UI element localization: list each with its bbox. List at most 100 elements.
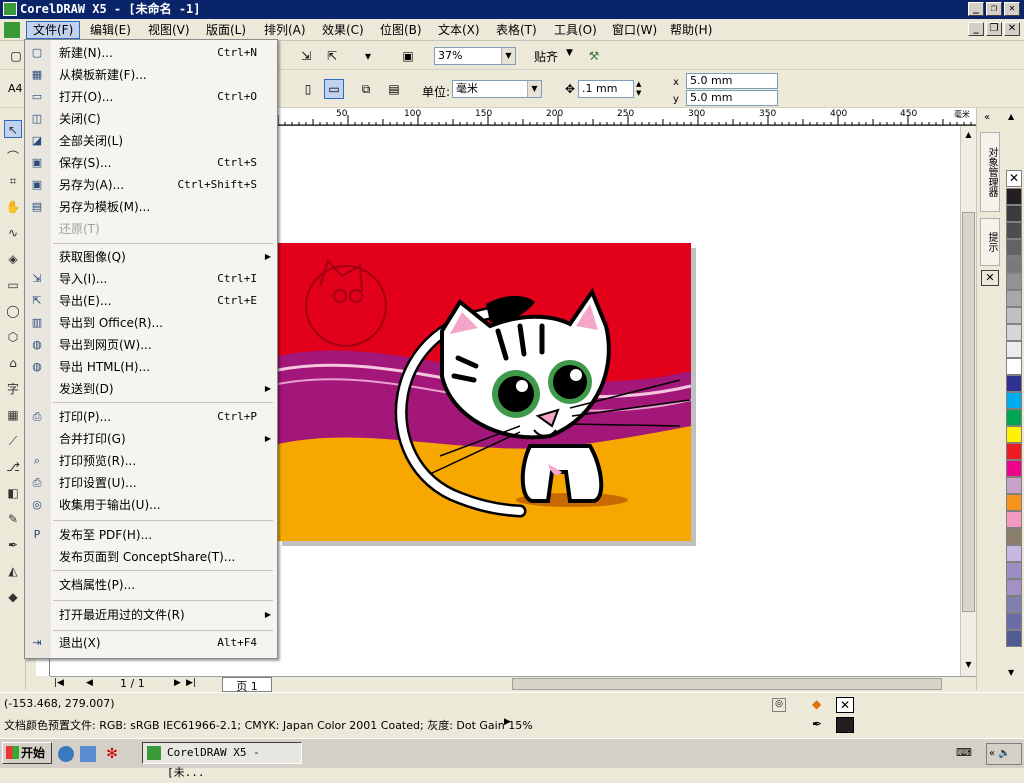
color-swatch[interactable] bbox=[1006, 443, 1022, 460]
doc-restore-button[interactable]: ❐ bbox=[986, 22, 1002, 36]
color-swatch[interactable] bbox=[1006, 494, 1022, 511]
blend-tool-icon[interactable]: ◧ bbox=[4, 484, 22, 502]
ellipse-tool-icon[interactable]: ◯ bbox=[4, 302, 22, 320]
palette-up-icon[interactable]: ▲ bbox=[1008, 112, 1014, 121]
last-page-icon[interactable]: ▶| bbox=[186, 678, 196, 688]
color-swatch[interactable] bbox=[1006, 392, 1022, 409]
file-menu-item[interactable]: ▣ 另存为(A)... Ctrl+Shift+S bbox=[25, 174, 277, 196]
menu-arrange[interactable]: 排列(A) bbox=[258, 21, 312, 39]
color-swatch[interactable] bbox=[1006, 290, 1022, 307]
doc-minimize-button[interactable]: _ bbox=[968, 22, 984, 36]
menu-view[interactable]: 视图(V) bbox=[142, 21, 196, 39]
minimize-button[interactable]: _ bbox=[968, 2, 984, 16]
file-menu-item[interactable]: ◍ 导出到网页(W)... bbox=[25, 334, 277, 356]
nudge-distance-field[interactable]: .1 mm bbox=[578, 80, 634, 98]
color-swatch[interactable] bbox=[1006, 613, 1022, 630]
snap-to-button[interactable]: 贴齐 bbox=[534, 48, 558, 65]
first-page-icon[interactable]: |◀ bbox=[54, 678, 64, 688]
color-swatch[interactable] bbox=[1006, 324, 1022, 341]
view-icon[interactable]: ◎ bbox=[772, 698, 786, 712]
color-swatch[interactable] bbox=[1006, 239, 1022, 256]
hints-tab[interactable]: 提示 bbox=[980, 218, 1000, 266]
dimension-tool-icon[interactable]: ⟋ bbox=[4, 432, 22, 450]
object-manager-tab[interactable]: 对象管理器 bbox=[980, 132, 1000, 212]
menu-table[interactable]: 表格(T) bbox=[490, 21, 543, 39]
quicklaunch-explorer-icon[interactable] bbox=[80, 746, 96, 762]
zoom-level-field[interactable]: 37% ▼ bbox=[434, 47, 516, 65]
keyboard-icon[interactable]: ⌨ bbox=[956, 746, 974, 762]
file-menu-item[interactable]: ▦ 从模板新建(F)... bbox=[25, 64, 277, 86]
outline-color-swatch[interactable] bbox=[836, 717, 854, 733]
color-swatch[interactable] bbox=[1006, 579, 1022, 596]
color-swatch[interactable] bbox=[1006, 562, 1022, 579]
menu-file[interactable]: 文件(F) bbox=[26, 21, 81, 39]
color-swatch[interactable] bbox=[1006, 545, 1022, 562]
volume-icon[interactable]: 🔈 bbox=[998, 748, 1010, 759]
scroll-down-icon[interactable]: ▼ bbox=[962, 658, 975, 672]
menu-help[interactable]: 帮助(H) bbox=[664, 21, 718, 39]
no-color-swatch[interactable]: ✕ bbox=[1006, 170, 1022, 187]
table-tool-icon[interactable]: ▦ bbox=[4, 406, 22, 424]
portrait-icon[interactable]: ▯ bbox=[298, 79, 318, 99]
vertical-scrollbar[interactable]: ▲ ▼ bbox=[960, 126, 976, 676]
doc-close-button[interactable]: ✕ bbox=[1004, 22, 1020, 36]
color-swatch[interactable] bbox=[1006, 256, 1022, 273]
smart-fill-icon[interactable]: ◈ bbox=[4, 250, 22, 268]
tray-expand[interactable]: « 🔈 bbox=[986, 743, 1022, 765]
palette-down-icon[interactable]: ▼ bbox=[1008, 668, 1014, 677]
file-menu-item[interactable]: ⇥ 退出(X) Alt+F4 bbox=[25, 632, 277, 654]
export-icon[interactable]: ⇱ bbox=[322, 46, 342, 66]
taskbar-coreldraw-button[interactable]: CorelDRAW X5 - [未... bbox=[142, 742, 302, 779]
color-swatch[interactable] bbox=[1006, 460, 1022, 477]
docker-close-icon[interactable]: ✕ bbox=[981, 270, 999, 286]
page-size-label[interactable]: A4 bbox=[8, 82, 23, 95]
file-menu-item[interactable]: ▣ 保存(S)... Ctrl+S bbox=[25, 152, 277, 174]
import-icon[interactable]: ⇲ bbox=[296, 46, 316, 66]
file-menu-item[interactable]: P 发布至 PDF(H)... bbox=[25, 524, 277, 546]
fill-color-swatch[interactable]: ✕ bbox=[836, 697, 854, 713]
file-menu-item[interactable]: ▭ 打开(O)... Ctrl+O bbox=[25, 86, 277, 108]
file-menu-item[interactable]: ⌕ 打印预览(R)... bbox=[25, 450, 277, 472]
file-menu-item[interactable]: ▢ 新建(N)... Ctrl+N bbox=[25, 42, 277, 64]
pan-tool-icon[interactable]: ✋ bbox=[4, 198, 22, 216]
file-menu-item[interactable]: ◫ 关闭(C) bbox=[25, 108, 277, 130]
next-page-icon[interactable]: ▶ bbox=[174, 678, 181, 688]
page-tab[interactable]: 页 1 bbox=[222, 677, 272, 693]
menu-tools[interactable]: 工具(O) bbox=[548, 21, 603, 39]
file-menu-item[interactable]: 合并打印(G) ▶ bbox=[25, 428, 277, 450]
units-dropdown-icon[interactable]: ▼ bbox=[527, 81, 541, 97]
restore-button[interactable]: ❐ bbox=[986, 2, 1002, 16]
color-swatch[interactable] bbox=[1006, 273, 1022, 290]
color-profile-info[interactable]: 文档颜色预置文件: RGB: sRGB IEC61966-2.1; CMYK: … bbox=[4, 717, 533, 733]
all-pages-icon[interactable]: ⧉ bbox=[356, 79, 376, 99]
welcome-screen-icon[interactable]: ▣ bbox=[398, 46, 418, 66]
file-menu-item[interactable]: ▥ 导出到 Office(R)... bbox=[25, 312, 277, 334]
color-swatch[interactable] bbox=[1006, 630, 1022, 647]
file-menu-item[interactable]: ▤ 另存为模板(M)... bbox=[25, 196, 277, 218]
quicklaunch-ie-icon[interactable] bbox=[58, 746, 74, 762]
file-menu-item[interactable]: ◪ 全部关闭(L) bbox=[25, 130, 277, 152]
eyedropper-tool-icon[interactable]: ✎ bbox=[4, 510, 22, 528]
polygon-tool-icon[interactable]: ⬡ bbox=[4, 328, 22, 346]
color-swatch[interactable] bbox=[1006, 426, 1022, 443]
interactive-fill-icon[interactable]: ◆ bbox=[4, 588, 22, 606]
basic-shapes-icon[interactable]: ⌂ bbox=[4, 354, 22, 372]
horizontal-scroll-thumb[interactable] bbox=[512, 678, 942, 690]
duplicate-y-field[interactable]: 5.0 mm bbox=[686, 90, 778, 106]
menu-bitmaps[interactable]: 位图(B) bbox=[374, 21, 428, 39]
connector-tool-icon[interactable]: ⎇ bbox=[4, 458, 22, 476]
file-menu-item[interactable]: 打开最近用过的文件(R) ▶ bbox=[25, 604, 277, 626]
text-tool-icon[interactable]: 字 bbox=[4, 380, 22, 398]
file-menu-item[interactable]: 文档属性(P)... bbox=[25, 574, 277, 596]
new-doc-icon[interactable]: ▢ bbox=[6, 46, 26, 66]
quicklaunch-app-icon[interactable]: ✻ bbox=[104, 746, 120, 762]
rectangle-tool-icon[interactable]: ▭ bbox=[4, 276, 22, 294]
color-swatch[interactable] bbox=[1006, 358, 1022, 375]
start-button[interactable]: 开始 bbox=[2, 742, 52, 764]
file-menu-item[interactable]: 发送到(D) ▶ bbox=[25, 378, 277, 400]
color-swatch[interactable] bbox=[1006, 307, 1022, 324]
scroll-up-icon[interactable]: ▲ bbox=[962, 128, 975, 142]
pick-tool-icon[interactable]: ↖ bbox=[4, 120, 22, 138]
units-select[interactable]: 毫米 ▼ bbox=[452, 80, 542, 98]
color-swatch[interactable] bbox=[1006, 341, 1022, 358]
